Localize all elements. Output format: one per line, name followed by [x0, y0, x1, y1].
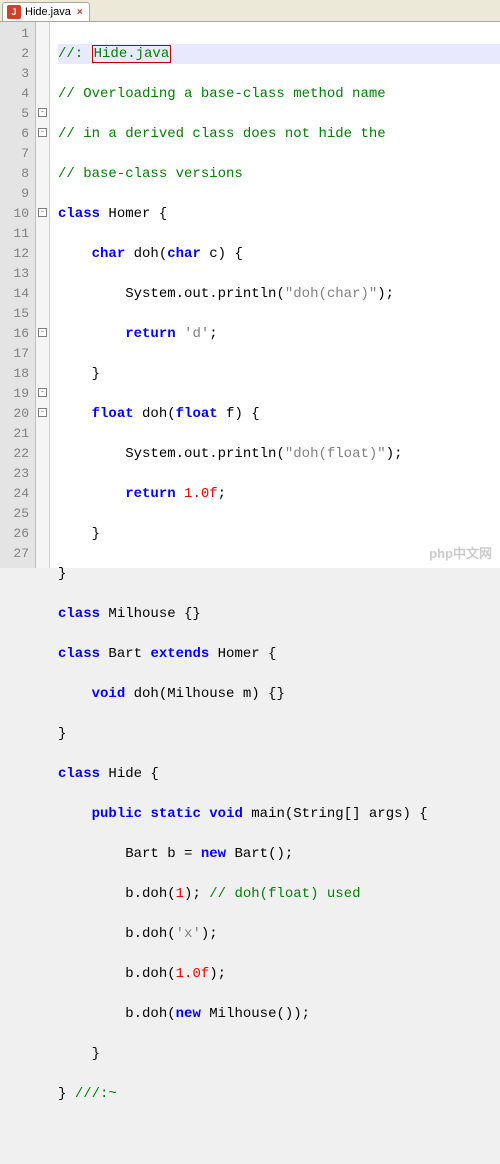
- fold-mark[interactable]: -: [36, 384, 49, 404]
- fold-mark: [36, 164, 49, 184]
- tab-bar: J Hide.java ×: [0, 0, 500, 22]
- fold-mark: [36, 464, 49, 484]
- line-number: 23: [10, 464, 29, 484]
- line-number: 10: [10, 204, 29, 224]
- line-number: 19: [10, 384, 29, 404]
- code-line: System.out.println("doh(float)");: [58, 444, 500, 464]
- code-line: // in a derived class does not hide the: [58, 124, 500, 144]
- fold-mark: [36, 184, 49, 204]
- code-line: public static void main(String[] args) {: [58, 804, 500, 824]
- fold-mark: [36, 64, 49, 84]
- line-number: 14: [10, 284, 29, 304]
- code-line: return 'd';: [58, 324, 500, 344]
- code-line: }: [58, 1044, 500, 1064]
- code-line: class Milhouse {}: [58, 604, 500, 624]
- code-line: }: [58, 564, 500, 584]
- fold-mark: [36, 224, 49, 244]
- line-number: 12: [10, 244, 29, 264]
- line-number: 2: [10, 44, 29, 64]
- fold-mark: [36, 344, 49, 364]
- code-line: b.doh('x');: [58, 924, 500, 944]
- code-line: b.doh(new Milhouse());: [58, 1004, 500, 1024]
- line-number: 8: [10, 164, 29, 184]
- fold-mark: [36, 364, 49, 384]
- line-number-gutter: 1 2 3 4 5 6 7 8 9 10 11 12 13 14 15 16 1…: [0, 22, 36, 568]
- fold-minus-icon: -: [38, 128, 47, 137]
- line-number: 22: [10, 444, 29, 464]
- fold-mark: [36, 304, 49, 324]
- line-number: 27: [10, 544, 29, 564]
- code-line: b.doh(1); // doh(float) used: [58, 884, 500, 904]
- line-number: 7: [10, 144, 29, 164]
- line-number: 4: [10, 84, 29, 104]
- fold-mark[interactable]: -: [36, 324, 49, 344]
- tab-filename: Hide.java: [25, 6, 71, 18]
- fold-mark[interactable]: -: [36, 124, 49, 144]
- code-area[interactable]: //: Hide.java // Overloading a base-clas…: [50, 22, 500, 568]
- line-number: 1: [10, 24, 29, 44]
- code-line: float doh(float f) {: [58, 404, 500, 424]
- code-line: }: [58, 364, 500, 384]
- fold-mark: [36, 444, 49, 464]
- code-line: Bart b = new Bart();: [58, 844, 500, 864]
- code-line: b.doh(1.0f);: [58, 964, 500, 984]
- code-line: char doh(char c) {: [58, 244, 500, 264]
- line-number: 25: [10, 504, 29, 524]
- line-number: 13: [10, 264, 29, 284]
- fold-mark: [36, 244, 49, 264]
- fold-mark: [36, 544, 49, 564]
- fold-mark[interactable]: -: [36, 204, 49, 224]
- fold-mark: [36, 424, 49, 444]
- fold-minus-icon: -: [38, 328, 47, 337]
- file-tab[interactable]: J Hide.java ×: [2, 2, 90, 21]
- line-number: 5: [10, 104, 29, 124]
- code-line: class Hide {: [58, 764, 500, 784]
- code-line: }: [58, 524, 500, 544]
- fold-mark: [36, 84, 49, 104]
- java-file-icon: J: [7, 5, 21, 19]
- line-number: 16: [10, 324, 29, 344]
- code-line: void doh(Milhouse m) {}: [58, 684, 500, 704]
- fold-minus-icon: -: [38, 408, 47, 417]
- line-number: 11: [10, 224, 29, 244]
- line-number: 9: [10, 184, 29, 204]
- fold-mark: [36, 284, 49, 304]
- line-number: 21: [10, 424, 29, 444]
- line-number: 3: [10, 64, 29, 84]
- fold-mark: [36, 504, 49, 524]
- code-line: System.out.println("doh(char)");: [58, 284, 500, 304]
- watermark: php中文网: [429, 544, 492, 564]
- line-number: 24: [10, 484, 29, 504]
- code-line: // Overloading a base-class method name: [58, 84, 500, 104]
- fold-minus-icon: -: [38, 388, 47, 397]
- fold-mark[interactable]: -: [36, 104, 49, 124]
- line-number: 20: [10, 404, 29, 424]
- line-number: 15: [10, 304, 29, 324]
- fold-minus-icon: -: [38, 208, 47, 217]
- code-line: }: [58, 724, 500, 744]
- code-line: } ///:~: [58, 1084, 500, 1104]
- code-line: class Bart extends Homer {: [58, 644, 500, 664]
- code-line: // base-class versions: [58, 164, 500, 184]
- fold-mark: [36, 484, 49, 504]
- code-line: class Homer {: [58, 204, 500, 224]
- fold-mark: [36, 524, 49, 544]
- fold-mark: [36, 264, 49, 284]
- fold-mark: [36, 24, 49, 44]
- line-number: 17: [10, 344, 29, 364]
- highlight-box: Hide.java: [92, 45, 172, 63]
- line-number: 26: [10, 524, 29, 544]
- code-line: //: Hide.java: [58, 44, 500, 64]
- line-number: 6: [10, 124, 29, 144]
- close-icon[interactable]: ×: [77, 7, 83, 18]
- fold-mark: [36, 144, 49, 164]
- line-number: 18: [10, 364, 29, 384]
- fold-gutter: - - - - - -: [36, 22, 50, 568]
- fold-mark[interactable]: -: [36, 404, 49, 424]
- code-editor[interactable]: 1 2 3 4 5 6 7 8 9 10 11 12 13 14 15 16 1…: [0, 22, 500, 568]
- fold-minus-icon: -: [38, 108, 47, 117]
- code-line: return 1.0f;: [58, 484, 500, 504]
- fold-mark: [36, 44, 49, 64]
